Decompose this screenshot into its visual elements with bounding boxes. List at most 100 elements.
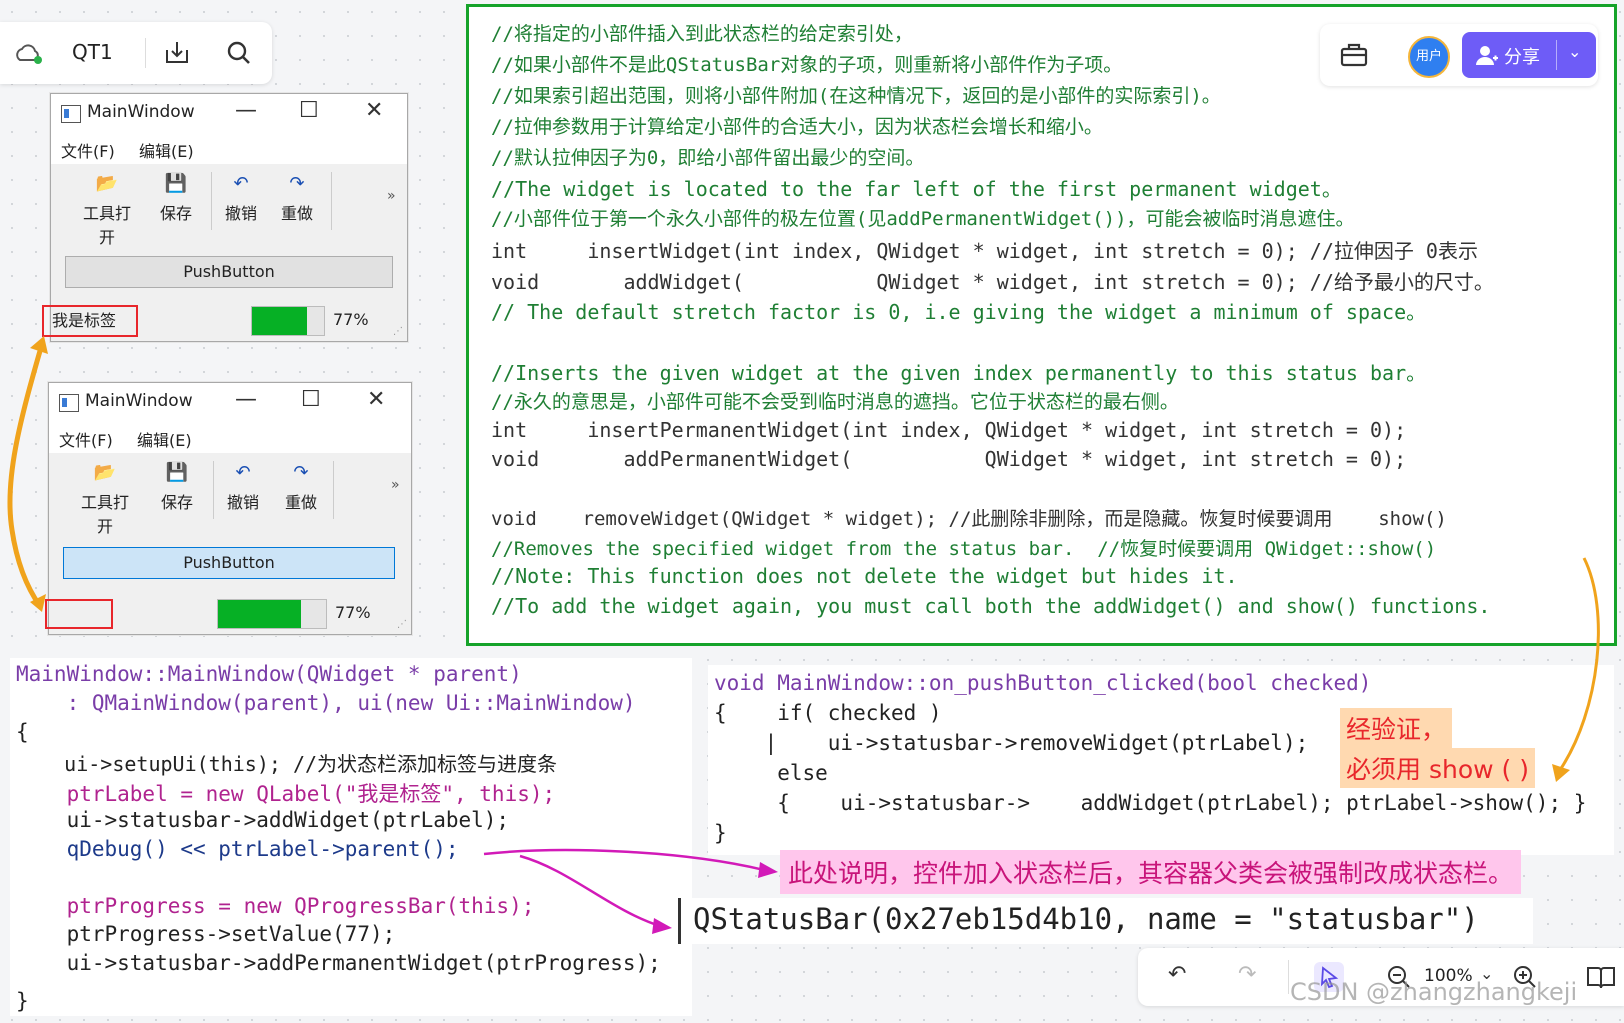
- code-line: | ui->statusbar->removeWidget(ptrLabel);: [714, 731, 1309, 755]
- toolbar-undo[interactable]: ↶ 撤销: [213, 455, 273, 523]
- doc-toolbar: QT1: [0, 22, 272, 84]
- app-window-icon: [61, 105, 81, 123]
- title-bar: MainWindow — ☐ ✕: [51, 94, 407, 130]
- menu-edit[interactable]: 编辑(E): [139, 138, 194, 162]
- code-line: //拉伸参数用于计算给定小部件的合适大小，因为状态栏会增长和缩小。: [491, 116, 1103, 138]
- menu-bar: 文件(F) 编辑(E): [49, 419, 411, 453]
- code-line: }: [16, 989, 29, 1013]
- code-line: //Inserts the given widget at the given …: [491, 361, 1427, 385]
- orange-double-arrow: [7, 336, 48, 612]
- code-line: void removeWidget(QWidget * widget); //此…: [491, 508, 1447, 530]
- code-line: qDebug() << ptrLabel->parent();: [16, 837, 459, 861]
- toolbar-redo[interactable]: ↷ 重做: [271, 455, 331, 523]
- title-bar: MainWindow — ☐ ✕: [49, 383, 411, 419]
- progress-text: 77%: [335, 603, 371, 622]
- size-grip-icon[interactable]: ⋰: [397, 619, 407, 630]
- verify-note-line2: 必须用 show ( ): [1340, 748, 1535, 788]
- maximize-button[interactable]: ☐: [301, 387, 321, 412]
- toolbar-redo[interactable]: ↷ 重做: [267, 166, 327, 234]
- code-line: MainWindow::MainWindow(QWidget * parent): [16, 662, 522, 686]
- undo-icon: ↶: [235, 462, 251, 483]
- user-avatar[interactable]: 用户: [1408, 36, 1450, 78]
- book-icon[interactable]: [1586, 964, 1616, 990]
- code-line: void addPermanentWidget( QWidget * widge…: [491, 447, 1407, 471]
- code-line: ui->statusbar->addPermanentWidget(ptrPro…: [16, 951, 661, 975]
- undo-icon: ↶: [233, 173, 249, 194]
- progress-fill: [218, 600, 302, 628]
- tool-bar: 📂 工具打开 💾 保存 ↶ 撤销 ↷ 重做 »: [51, 166, 407, 248]
- code-line: //将指定的小部件插入到此状态栏的给定索引处，: [491, 23, 913, 45]
- code-line: else: [714, 761, 828, 785]
- close-button[interactable]: ✕: [367, 387, 385, 412]
- share-label: 分享: [1504, 47, 1540, 68]
- minimize-button[interactable]: —: [235, 387, 257, 412]
- menu-file[interactable]: 文件(F): [61, 138, 115, 162]
- undo-icon[interactable]: ↶: [1168, 962, 1186, 987]
- code-line: //如果索引超出范围，则将小部件附加(在这种情况下，返回的是小部件的实际索引)。: [491, 85, 1221, 107]
- watermark: CSDN @zhangzhangkeji: [1290, 978, 1578, 1006]
- cloud-sync-icon[interactable]: [14, 42, 42, 64]
- parent-change-note: 此处说明，控件加入状态栏后，其容器父类会被强制改成状态栏。: [780, 850, 1522, 894]
- redo-icon[interactable]: ↷: [1238, 962, 1256, 987]
- code-line: // The default stretch factor is 0, i.e …: [491, 300, 1427, 324]
- code-line: int insertWidget(int index, QWidget * wi…: [491, 239, 1478, 263]
- toolbar-open[interactable]: 📂 工具打开: [77, 166, 137, 248]
- toolbar-overflow-icon[interactable]: »: [387, 188, 396, 204]
- toolbar-save[interactable]: 💾 保存: [147, 455, 207, 523]
- menu-bar: 文件(F) 编辑(E): [51, 130, 407, 164]
- code-line: int insertPermanentWidget(int index, QWi…: [491, 418, 1407, 442]
- doc-title[interactable]: QT1: [72, 40, 113, 64]
- code-line: void addWidget( QWidget * widget, int st…: [491, 270, 1494, 294]
- code-line: {: [16, 720, 29, 744]
- code-line: //Removes the specified widget from the …: [491, 538, 1437, 560]
- progress-bar: [217, 599, 327, 629]
- toolbar-separator: [331, 172, 332, 230]
- download-icon[interactable]: [164, 40, 190, 66]
- window-title: MainWindow: [87, 102, 195, 122]
- search-icon[interactable]: [226, 40, 252, 66]
- push-button[interactable]: PushButton: [65, 256, 393, 288]
- code-line: //To add the widget again, you must call…: [491, 594, 1491, 618]
- redo-icon: ↷: [293, 462, 309, 483]
- share-dropdown-icon[interactable]: ⌄: [1568, 42, 1581, 61]
- redo-icon: ↷: [289, 173, 305, 194]
- toolbar-separator: [333, 461, 334, 519]
- main-window-after: MainWindow — ☐ ✕ 文件(F) 编辑(E) 📂 工具打开 💾 保存 ↶…: [45, 382, 412, 635]
- app-window-icon: [59, 394, 79, 412]
- maximize-button[interactable]: ☐: [299, 98, 319, 123]
- code-line: { ui->statusbar-> addWidget(ptrLabel); p…: [714, 791, 1587, 815]
- divider: [145, 38, 146, 68]
- minimize-button[interactable]: —: [235, 98, 257, 123]
- toolbar-save[interactable]: 💾 保存: [146, 166, 206, 234]
- tool-bar: 📂 工具打开 💾 保存 ↶ 撤销 ↷ 重做 »: [49, 455, 411, 537]
- code-line: ptrProgress->setValue(77);: [16, 922, 396, 946]
- constructor-code: MainWindow::MainWindow(QWidget * parent)…: [10, 658, 692, 1016]
- code-line: ptrLabel = new QLabel("我是标签", this);: [16, 782, 556, 806]
- statusbar-api-code: //将指定的小部件插入到此状态栏的给定索引处， //如果小部件不是此QStatu…: [466, 4, 1617, 646]
- progress-bar: [251, 306, 325, 336]
- menu-edit[interactable]: 编辑(E): [137, 427, 192, 451]
- save-icon: 💾: [165, 462, 189, 483]
- orange-arrow: [1552, 557, 1600, 782]
- push-button[interactable]: PushButton: [63, 547, 395, 579]
- close-button[interactable]: ✕: [365, 98, 383, 123]
- debug-output-text: QStatusBar(0x27eb15d4b10, name = "status…: [693, 902, 1479, 936]
- toolbar-open[interactable]: 📂 工具打开: [75, 455, 135, 537]
- menu-file[interactable]: 文件(F): [59, 427, 113, 451]
- code-line: //Note: This function does not delete th…: [491, 564, 1238, 588]
- progress-text: 77%: [333, 310, 369, 329]
- share-button[interactable]: 分享 ⌄: [1462, 32, 1596, 78]
- toolbox-icon[interactable]: [1340, 42, 1368, 68]
- save-icon: 💾: [164, 173, 188, 194]
- window-title: MainWindow: [85, 391, 193, 411]
- code-line: : QMainWindow(parent), ui(new Ui::MainWi…: [16, 691, 636, 715]
- toolbar-overflow-icon[interactable]: »: [391, 477, 400, 493]
- toolbar-undo[interactable]: ↶ 撤销: [211, 166, 271, 234]
- code-line: ui->setupUi(this); //为状态栏添加标签与进度条: [16, 752, 558, 776]
- code-line: ptrProgress = new QProgressBar(this);: [16, 894, 535, 918]
- size-grip-icon[interactable]: ⋰: [393, 326, 403, 337]
- main-window-before: MainWindow — ☐ ✕ 文件(F) 编辑(E) 📂 工具打开 💾 保存 ↶…: [42, 93, 408, 342]
- folder-icon: 📂: [93, 462, 117, 483]
- progress-fill: [252, 307, 308, 335]
- magenta-arrows: [483, 848, 778, 934]
